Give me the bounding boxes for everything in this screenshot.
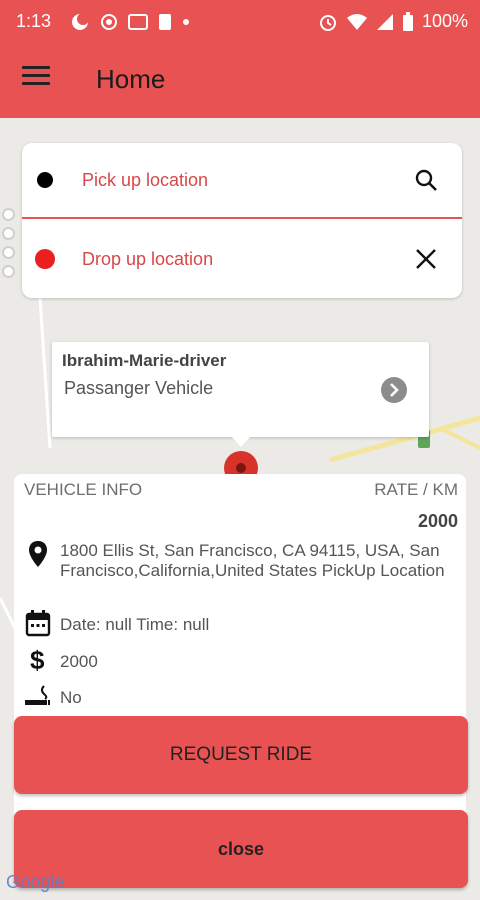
datetime-row bbox=[24, 609, 52, 637]
vehicle-info-heading: VEHICLE INFO bbox=[24, 480, 143, 499]
system-icons: 100% bbox=[318, 11, 468, 32]
dropoff-location-field[interactable]: Drop up location bbox=[22, 221, 462, 297]
price-value: 2000 bbox=[60, 652, 98, 671]
location-pin-icon bbox=[24, 540, 52, 568]
request-ride-button[interactable]: REQUEST RIDE bbox=[14, 716, 468, 794]
alarm-icon bbox=[319, 14, 336, 31]
hamburger-menu-icon[interactable] bbox=[22, 66, 50, 88]
driver-vehicle-type: Passanger Vehicle bbox=[64, 378, 214, 398]
status-time: 1:13 bbox=[16, 11, 52, 31]
app-bar: 1:13 100% Home bbox=[0, 0, 480, 118]
page-title: Home bbox=[96, 64, 166, 94]
status-bar: 1:13 100% bbox=[0, 0, 480, 44]
gif-icon bbox=[128, 14, 148, 30]
pickup-address: 1800 Ellis St, San Francisco, CA 94115, … bbox=[60, 541, 445, 580]
battery-percent: 100% bbox=[421, 11, 468, 31]
address-row bbox=[24, 540, 52, 568]
map-side-markers bbox=[2, 208, 15, 284]
search-icon[interactable] bbox=[412, 166, 440, 194]
battery-icon bbox=[402, 11, 413, 31]
dot-icon bbox=[183, 19, 189, 25]
chevron-right-icon[interactable] bbox=[381, 377, 407, 403]
date-time-text: Date: null Time: null bbox=[60, 615, 210, 634]
google-attribution: Google bbox=[6, 872, 65, 892]
sim-alert-icon bbox=[159, 14, 171, 30]
pickup-label: Pick up location bbox=[82, 169, 209, 190]
rate-label: RATE / KM bbox=[374, 480, 458, 499]
close-button[interactable]: close bbox=[14, 810, 468, 888]
notification-icons bbox=[70, 12, 190, 32]
close-icon[interactable] bbox=[412, 245, 440, 273]
calendar-icon bbox=[24, 609, 52, 637]
rate-value: 2000 bbox=[417, 511, 458, 531]
dropoff-dot-icon bbox=[35, 249, 55, 269]
smoking-value: No bbox=[60, 688, 82, 707]
smoking-row bbox=[24, 682, 52, 710]
location-card: Pick up location Drop up location bbox=[22, 143, 462, 298]
pickup-location-field[interactable]: Pick up location bbox=[22, 143, 462, 219]
svg-text:$: $ bbox=[30, 645, 45, 675]
price-row: $ bbox=[24, 645, 52, 675]
driver-name: Ibrahim-Marie-driver bbox=[62, 351, 227, 370]
dropoff-label: Drop up location bbox=[82, 248, 214, 269]
moon-icon bbox=[72, 13, 89, 30]
pickup-dot-icon bbox=[37, 172, 53, 188]
target-icon bbox=[101, 14, 117, 30]
dollar-icon: $ bbox=[24, 645, 52, 675]
signal-icon bbox=[376, 13, 393, 30]
wifi-icon bbox=[346, 13, 367, 30]
smoking-icon bbox=[24, 682, 52, 710]
driver-info-window[interactable]: Ibrahim-Marie-driver Passanger Vehicle bbox=[52, 342, 429, 447]
